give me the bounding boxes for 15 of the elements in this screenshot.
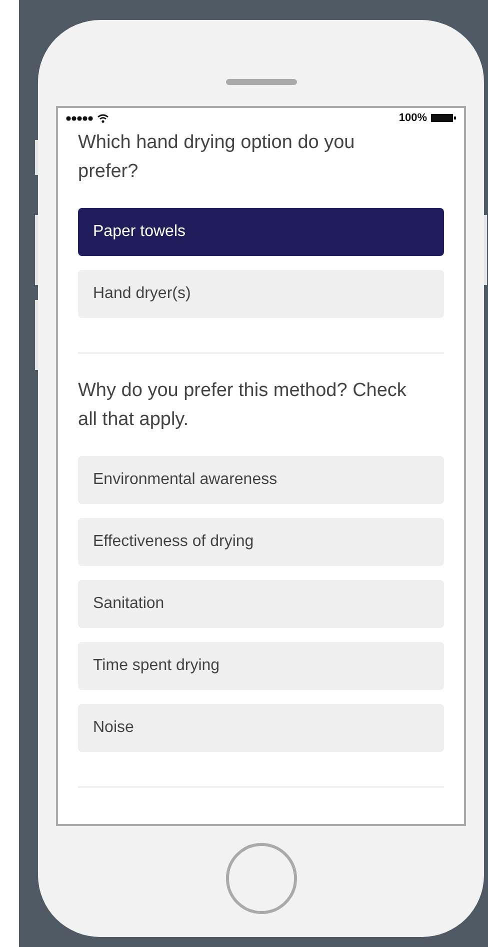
option-button[interactable]: Noise [78, 704, 444, 752]
battery-percent: 100% [398, 110, 427, 126]
option-button[interactable]: Effectiveness of drying [78, 518, 444, 566]
wifi-icon [97, 114, 109, 122]
battery-icon [431, 114, 456, 122]
speaker [226, 79, 296, 85]
option-button[interactable]: Environmental awareness [78, 456, 444, 504]
home-button[interactable] [226, 843, 296, 914]
option-button[interactable]: Sanitation [78, 580, 444, 628]
option-button[interactable]: Time spent drying [78, 642, 444, 690]
option-button[interactable]: Paper towels [78, 208, 444, 256]
option-button[interactable]: Hand dryer(s) [78, 270, 444, 318]
question-text: Why do you prefer this method? Check all that apply. [78, 379, 408, 432]
signal-icon [66, 116, 94, 120]
question-text: Which hand drying option do you prefer? [78, 131, 356, 184]
